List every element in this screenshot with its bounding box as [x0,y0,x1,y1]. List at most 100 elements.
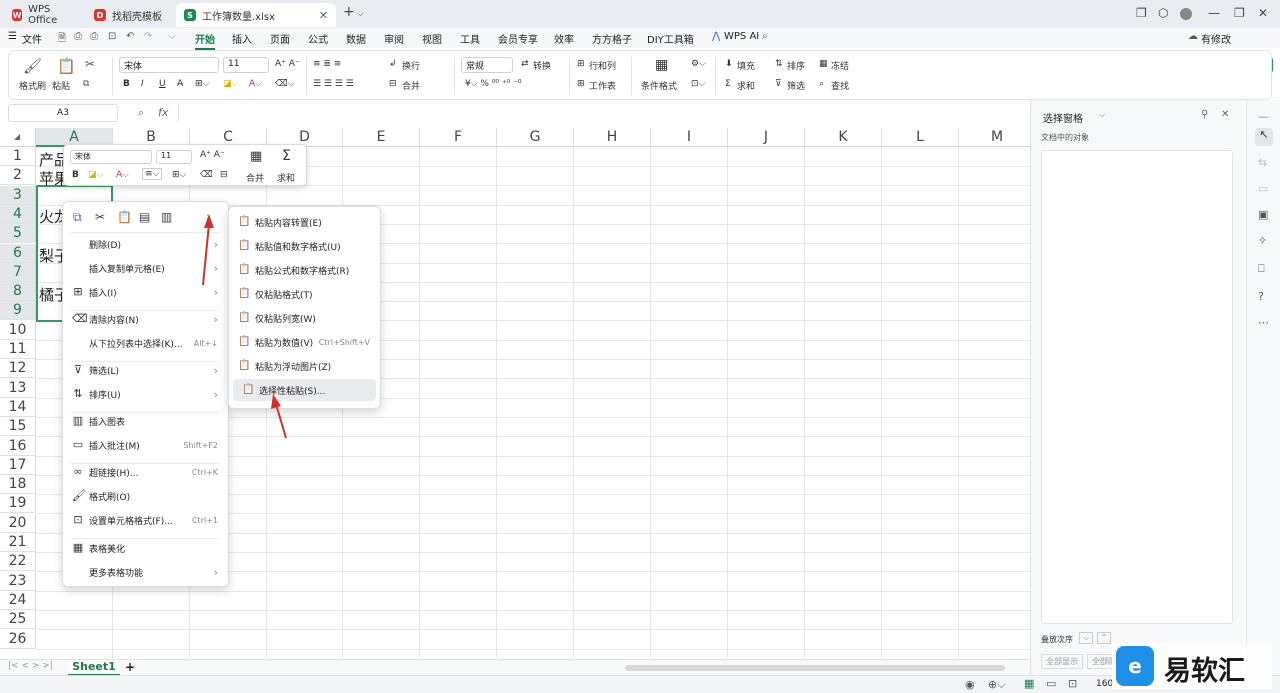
page-layout-icon[interactable]: ▭ [1046,677,1056,690]
eye-icon[interactable]: ◉ [965,678,975,691]
row-header[interactable]: 21 [0,533,36,552]
paste-submenu-item[interactable]: 📋 粘贴为数值(V) Ctrl+Shift+V [229,331,380,353]
normal-view-icon[interactable]: ▦ [1024,677,1034,690]
close-tab-icon[interactable]: ✕ [319,9,328,22]
mini-table-icon[interactable]: ⊟ [220,170,228,180]
save-icon[interactable]: 🗎 [58,31,66,48]
image-icon[interactable]: ▣ [1258,208,1268,221]
row-header[interactable]: 22 [0,552,36,572]
increase-font-icon[interactable]: A⁺ A⁻ [275,59,300,69]
zoom-level[interactable]: 160 [1096,679,1113,689]
context-menu-item[interactable]: ∞ 超链接(H)... Ctrl+K [63,461,228,483]
zoom-formula-icon[interactable]: ⌕ [138,106,144,120]
mini-font-size[interactable]: 11 [156,150,192,164]
menu-home[interactable]: 开始 [195,31,215,50]
row-header[interactable]: 20 [0,513,36,533]
mini-border-icon[interactable]: ⊞⌵ [172,170,186,180]
add-sheet-icon[interactable]: + [125,660,135,674]
worksheet-button[interactable]: 工作表 [589,79,616,92]
row-header[interactable]: 13 [0,378,36,398]
merge-button[interactable]: 合并 [402,79,420,92]
column-header[interactable]: G [497,128,574,147]
column-header[interactable]: K [805,128,882,147]
column-header[interactable]: L [882,128,959,147]
sheet-nav-icon[interactable]: |< < > >| [8,661,53,671]
mini-font-color-icon[interactable]: A⌵ [116,170,129,180]
mini-font-name[interactable]: 宋体 [70,150,152,164]
fill-color-icon[interactable]: ◪⌵ [223,79,238,89]
context-menu-item[interactable]: 从下拉列表中选择(K)... Alt+↓ [63,332,228,354]
column-header[interactable]: F [420,128,497,147]
mini-bold-icon[interactable]: B [72,170,79,180]
pin-icon[interactable]: ⚲ [1201,109,1208,120]
column-header[interactable]: H [574,128,651,147]
format-icon[interactable]: ⇆ [1258,156,1267,169]
undo-icon[interactable]: ↶ [126,31,134,42]
sum-button[interactable]: 求和 [737,79,755,92]
mini-align-icon[interactable]: ≡⌵ [142,168,163,180]
row-header[interactable]: 4 [0,204,36,224]
currency-icon[interactable]: ¥⌵ % ⁰⁰ ⁺⁰ ⁻⁰ [465,79,521,89]
cell-style-icon[interactable]: ⊡⌵ [691,79,705,89]
row-header[interactable]: 9 [0,301,36,321]
cut-icon[interactable]: ✂ [95,210,105,224]
order-up-icon[interactable]: ⌃ [1097,632,1111,644]
copy-icon[interactable]: ⧉ [73,210,82,225]
select-all-corner[interactable]: ◢ [0,128,36,147]
row-header[interactable]: 18 [0,475,36,495]
more-icon[interactable]: ⌵ [168,31,176,42]
mini-clear-icon[interactable]: ⌫ [200,170,213,180]
wrap-button[interactable]: 换行 [402,59,420,72]
cursor-select-icon[interactable]: ↖ [1255,128,1273,146]
more-options-icon[interactable]: ⋯ [1258,316,1269,329]
chevron-down-icon[interactable]: ⌵ [357,9,364,19]
font-color-icon[interactable]: A⌵ [249,79,262,89]
context-menu-item[interactable]: ▥ 插入图表 [63,410,228,432]
column-header[interactable]: I [651,128,728,147]
hamburger-icon[interactable]: ☰ [8,31,17,42]
maximize-icon[interactable]: ❐ [1234,6,1245,20]
menu-ffcell[interactable]: 方方格子 [592,31,632,46]
row-header[interactable]: 12 [0,359,36,379]
menu-view[interactable]: 视图 [422,31,442,46]
context-menu-item[interactable]: 🖌 格式刷(O) [63,485,228,507]
format-painter-button[interactable]: 格式刷 [19,79,46,92]
clear-format-icon[interactable]: ⌫⌵ [275,79,295,89]
bold-icon[interactable]: B [123,79,130,89]
copy-icon[interactable]: ⧉ [83,79,89,89]
row-header[interactable]: 16 [0,436,36,456]
show-all-button[interactable]: 全部显示 [1041,654,1083,669]
menu-diy-toolbox[interactable]: DIY工具箱 [647,31,694,46]
row-header[interactable]: 24 [0,590,36,610]
menu-wps-ai[interactable]: WPS AI [724,31,759,42]
convert-button[interactable]: 转换 [533,59,551,72]
horizontal-scrollbar[interactable] [625,665,1005,671]
row-header[interactable]: 6 [0,243,36,263]
cube-icon[interactable]: ⬡ [1158,6,1168,20]
find-button[interactable]: 查找 [831,79,849,92]
align-top-icon[interactable]: ≡ ≣ ≡ [313,59,341,69]
avatar[interactable] [1180,8,1192,20]
row-header[interactable]: 15 [0,417,36,437]
row-header[interactable]: 2 [0,166,36,186]
help-icon[interactable]: ? [1258,290,1264,303]
mini-fill-color-icon[interactable]: ◪⌵ [88,170,103,180]
column-header[interactable]: E [343,128,420,147]
paste-submenu-item[interactable]: 📋 粘贴内容转置(E) [229,211,380,233]
search-icon[interactable]: ⌕ [762,31,768,42]
mini-grow-font-icon[interactable]: A⁺ A⁻ [200,150,225,160]
new-tab-icon[interactable]: + [343,4,355,20]
column-header[interactable]: M [959,128,1030,147]
mini-merge-button[interactable]: 合并 [246,171,264,184]
menu-member[interactable]: 会员专享 [498,31,538,46]
formula-input[interactable] [178,104,1020,122]
page-break-icon[interactable]: ⊡ [1068,677,1077,690]
cut-icon[interactable]: ✂ [85,57,95,71]
row-header[interactable]: 23 [0,571,36,591]
context-menu-item[interactable]: ⊡ 设置单元格格式(F)... Ctrl+1 [63,509,228,531]
paste-submenu-item[interactable]: 📋 粘贴为浮动图片(Z) [229,355,380,377]
preview-icon[interactable]: ⊡ [108,31,116,42]
name-box[interactable]: A3 [8,104,118,122]
style-icon[interactable]: ⚙⌵ [691,59,706,69]
underline-icon[interactable]: U [159,79,166,89]
